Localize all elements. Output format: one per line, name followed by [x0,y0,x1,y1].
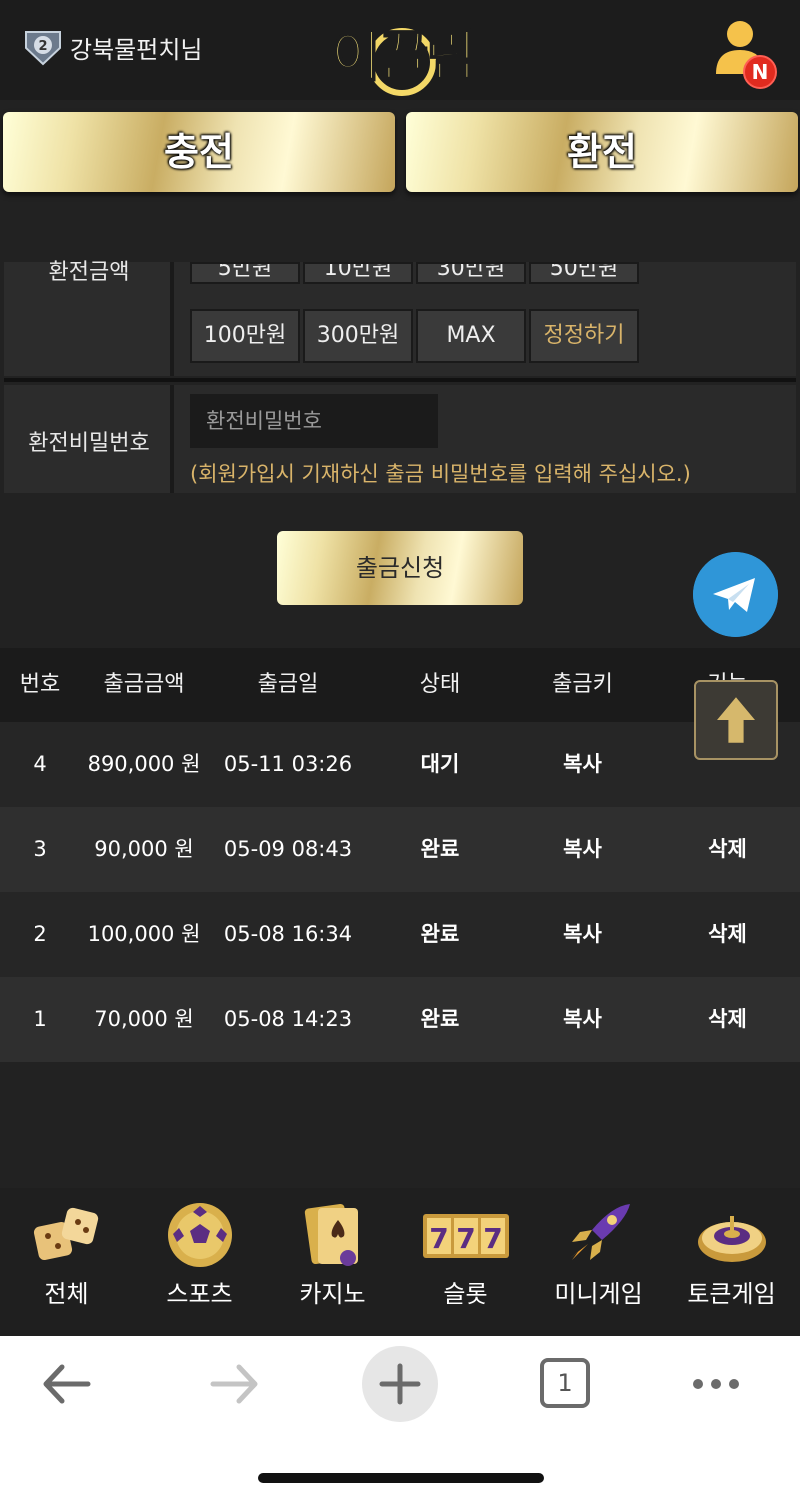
cell-amount: 100,000 원 [87,922,201,946]
tab-count-button[interactable]: 1 [526,1345,606,1423]
header-date: 출금일 [257,672,319,697]
home-indicator [258,1473,544,1483]
svg-text:7: 7 [483,1222,502,1255]
cell-no: 2 [33,922,47,946]
new-tab-plus-icon[interactable] [360,1345,440,1423]
exchange-password-input[interactable]: 환전비밀번호 [190,394,438,448]
amount-reset-button[interactable]: 정정하기 [529,309,639,363]
back-arrow-icon[interactable] [28,1345,108,1423]
cell-status: 완료 [420,922,460,946]
nav-label: 스포츠 [166,1280,233,1308]
level-badge-icon: 2 [25,31,61,66]
amount-button-300man[interactable]: 300만원 [303,309,413,363]
more-options-icon[interactable] [676,1345,756,1423]
cell-no: 1 [33,1007,47,1031]
amount-button-30man[interactable]: 30만원 [416,262,526,284]
amount-button-max[interactable]: MAX [416,309,526,363]
nav-item-casino[interactable]: 카지노 [266,1188,399,1336]
soccer-ball-icon [168,1203,232,1267]
password-note: (회원가입시 기재하신 출금 비밀번호를 입력해 주십시오.) [190,462,691,486]
nav-label: 카지노 [299,1280,366,1308]
header-key: 출금키 [552,672,613,697]
header-status: 상태 [419,672,461,697]
svg-text:7: 7 [456,1222,475,1255]
delete-button[interactable]: 삭제 [665,807,790,892]
delete-button[interactable]: 삭제 [665,892,790,977]
cell-amount: 890,000 원 [87,752,201,776]
header-no: 번호 [19,672,61,697]
nav-label: 전체 [44,1280,89,1308]
nav-label: 미니게임 [554,1280,643,1308]
logo-text: 이끌림 [330,24,477,89]
cards-icon [304,1204,358,1266]
cell-status: 대기 [420,752,460,776]
copy-key-button[interactable]: 복사 [520,977,645,1062]
copy-key-button[interactable]: 복사 [520,722,645,807]
cell-status: 완료 [420,837,460,861]
amount-label-cell: 환전금액 [4,260,174,376]
dice-icon [33,1207,99,1261]
svg-text:2: 2 [38,39,47,54]
header: 2 강북물펀치님 이끌림 N [0,0,800,100]
cell-date: 05-09 08:43 [223,837,353,861]
delete-button[interactable]: 삭제 [665,977,790,1062]
telegram-icon[interactable] [693,552,778,637]
withdraw-table-header: 번호 출금금액 출금일 상태 출금키 기능 [0,648,800,722]
cell-no: 4 [33,752,47,776]
svg-text:7: 7 [429,1222,448,1255]
exchange-button[interactable]: 환전 [406,112,798,192]
form-divider [4,378,796,382]
notification-badge[interactable]: N [743,55,777,89]
cell-date: 05-08 14:23 [223,1007,353,1031]
nav-label: 토큰게임 [687,1280,776,1308]
amount-button-10man[interactable]: 10만원 [303,262,413,284]
charge-button[interactable]: 충전 [3,112,395,192]
forward-arrow-icon[interactable] [193,1345,273,1423]
amount-label: 환전금액 [48,260,130,285]
nav-item-minigame[interactable]: 미니게임 [532,1188,665,1336]
table-row: 4 890,000 원 05-11 03:26 대기 복사 [0,722,800,807]
amount-button-50man[interactable]: 50만원 [529,262,639,284]
amount-button-100man[interactable]: 100만원 [190,309,300,363]
username: 강북물펀치님 [70,36,203,64]
table-row: 2 100,000 원 05-08 16:34 완료 복사 삭제 [0,892,800,977]
nav-item-sports[interactable]: 스포츠 [133,1188,266,1336]
copy-key-button[interactable]: 복사 [520,807,645,892]
rocket-icon [570,1204,630,1260]
cell-date: 05-08 16:34 [223,922,353,946]
slot-777-icon: 7 7 7 [423,1214,509,1258]
copy-key-button[interactable]: 복사 [520,892,645,977]
nav-item-slot[interactable]: 7 7 7 슬롯 [399,1188,532,1336]
amount-button-5man[interactable]: 5만원 [190,262,300,284]
nav-item-token-game[interactable]: 토큰게임 [665,1188,798,1336]
password-label: 환전비밀번호 [28,431,150,456]
nav-item-all[interactable]: 전체 [0,1188,133,1336]
table-row: 1 70,000 원 05-08 14:23 완료 복사 삭제 [0,977,800,1062]
cell-date: 05-11 03:26 [223,752,353,776]
cell-amount: 70,000 원 [94,1007,194,1031]
site-logo[interactable]: 이끌림 [330,6,477,98]
header-amount: 출금금액 [103,672,185,697]
cell-no: 3 [33,837,47,861]
roulette-icon [698,1216,766,1262]
tab-count-icon: 1 [540,1358,590,1408]
table-row: 3 90,000 원 05-09 08:43 완료 복사 삭제 [0,807,800,892]
cell-amount: 90,000 원 [94,837,194,861]
withdraw-request-button[interactable]: 출금신청 [277,531,523,605]
game-category-nav: 전체 스포츠 카지노 7 7 7 슬롯 미니게임 토큰게임 [0,1188,800,1336]
password-label-cell: 환전비밀번호 [4,385,174,493]
scroll-to-top-icon[interactable] [694,680,778,760]
cell-status: 완료 [420,1007,460,1031]
nav-label: 슬롯 [443,1280,488,1308]
